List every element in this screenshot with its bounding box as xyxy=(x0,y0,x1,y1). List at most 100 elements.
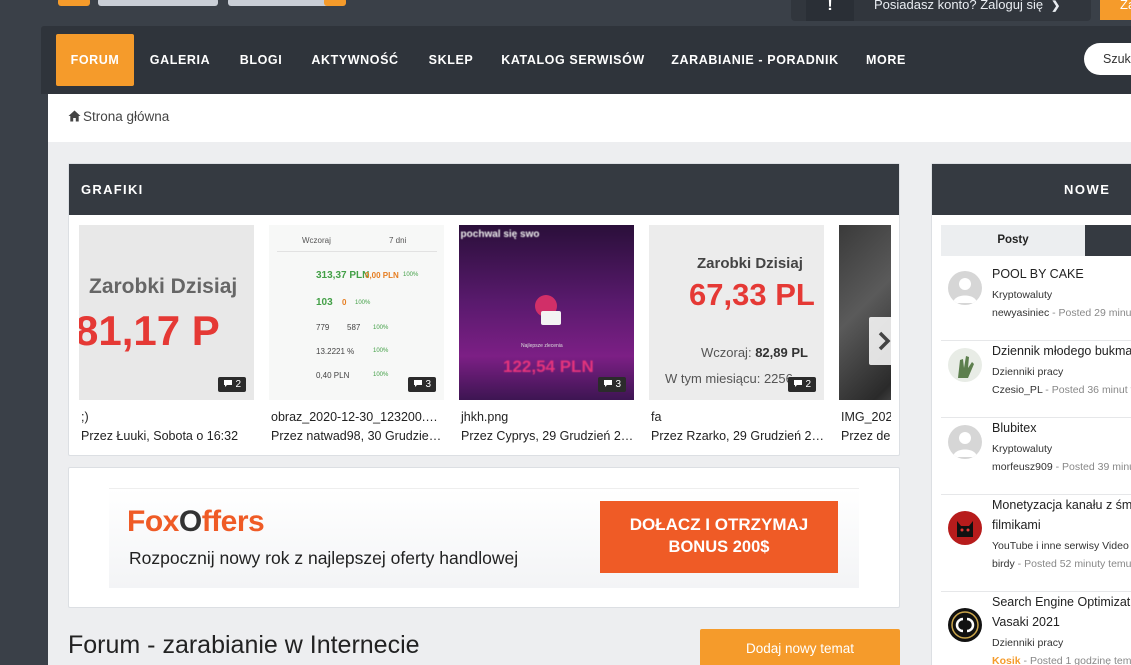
grafiki-header: GRAFIKI xyxy=(69,164,899,215)
image-text: Zarobki Dzisiaj xyxy=(697,255,803,272)
notifications-button[interactable]: ! xyxy=(806,0,854,21)
image-text: 13.2221 % xyxy=(316,347,355,356)
comment-badge: 3 xyxy=(598,377,626,392)
signup-button[interactable]: Za xyxy=(1100,0,1131,20)
avatar[interactable] xyxy=(948,425,982,459)
image-text: 7 dni xyxy=(389,236,407,245)
feed-item[interactable]: Search Engine Optimization Vasaki 2021 D… xyxy=(941,592,1131,665)
nav-zarabianie[interactable]: ZARABIANIE - PORADNIK xyxy=(667,34,843,86)
feed-title[interactable]: Blubitex xyxy=(992,418,1036,438)
feed-item[interactable]: Blubitex Kryptowaluty morfeusz909 - Post… xyxy=(941,418,1131,495)
nav-aktywnosc[interactable]: AKTYWNOŚĆ xyxy=(307,34,403,86)
carousel-next-button[interactable] xyxy=(869,317,891,365)
feed-meta: newyasiniec - Posted 29 minut temu xyxy=(992,307,1131,319)
hand-avatar-icon xyxy=(958,356,974,378)
sidebar-tabs: Posty xyxy=(941,225,1131,256)
gallery-meta: Przez de xyxy=(841,429,891,443)
feed-category[interactable]: Kryptowaluty xyxy=(992,443,1052,455)
feed-item[interactable]: Monetyzacja kanału z śmiesznymi filmikam… xyxy=(941,495,1131,592)
image-text: 0,00 PLN xyxy=(365,271,399,280)
image-text: Zarobki Dzisiaj xyxy=(89,275,238,298)
gallery-item[interactable]: Wczoraj 7 dni 313,37 PLN 0,00 PLN 100% 1… xyxy=(269,225,444,443)
image-text: 100% xyxy=(403,272,419,278)
ad-panel: FoxOffers Rozpocznij nowy rok z najlepsz… xyxy=(68,467,900,608)
feed-title[interactable]: Monetyzacja kanału z śmiesznymi xyxy=(992,495,1131,515)
nav-more[interactable]: MORE xyxy=(861,34,911,86)
comment-badge: 2 xyxy=(218,377,246,392)
gallery-title[interactable]: jhkh.png xyxy=(459,410,634,424)
gallery-image[interactable]: Zarobki Dzisiaj 67,33 PL Wczoraj: 82,89 … xyxy=(649,225,824,400)
feed-meta: birdy - Posted 52 minuty temu xyxy=(992,558,1131,570)
feed-title-cont[interactable]: filmikami xyxy=(992,515,1041,535)
gallery-item[interactable]: Zarobki Dzisiaj 81,17 P 2 ;) Przez Łuuki… xyxy=(79,225,254,443)
gallery-meta: Przez Cyprys, 29 Grudzień 2020 xyxy=(461,429,634,443)
feed-category[interactable]: Dzienniki pracy xyxy=(992,637,1063,649)
feed-title[interactable]: Search Engine Optimization xyxy=(992,592,1131,612)
gallery-meta: Przez Rzarko, 29 Grudzień 2020 xyxy=(651,429,824,443)
new-topic-button[interactable]: Dodaj nowy temat xyxy=(700,629,900,665)
gallery-image[interactable]: Wczoraj 7 dni 313,37 PLN 0,00 PLN 100% 1… xyxy=(269,225,444,400)
gallery-title[interactable]: obraz_2020-12-30_123200.png xyxy=(269,410,444,424)
nav-blogi[interactable]: BLOGI xyxy=(233,34,289,86)
image-text: 100% xyxy=(355,300,371,306)
avatar[interactable] xyxy=(948,348,982,382)
tab-posts[interactable]: Posty xyxy=(941,225,1085,256)
image-graphic xyxy=(541,311,561,325)
breadcrumb-home[interactable]: Strona główna xyxy=(68,109,169,124)
image-text: i pochwal się swo xyxy=(459,229,540,240)
breadcrumb-bar: Strona główna xyxy=(48,94,1131,142)
gallery-title[interactable]: ;) xyxy=(79,410,254,424)
image-text: 0 xyxy=(342,298,347,307)
comment-badge: 2 xyxy=(788,377,816,392)
chevron-down-icon: ❯ xyxy=(1051,0,1061,12)
gallery-item[interactable]: i pochwal się swo Najlepsze zlecenia 122… xyxy=(459,225,634,443)
ad-logo: FoxOffers xyxy=(127,505,265,538)
nav-galeria[interactable]: GALERIA xyxy=(145,34,215,86)
feed-category[interactable]: Dzienniki pracy xyxy=(992,366,1063,378)
nav-sklep[interactable]: SKLEP xyxy=(423,34,479,86)
image-text: 100% xyxy=(373,372,389,378)
comment-icon xyxy=(224,380,233,387)
gallery-title[interactable]: fa xyxy=(649,410,824,424)
image-text: 67,33 PL xyxy=(689,277,815,312)
foxoffers-banner[interactable]: FoxOffers Rozpocznij nowy rok z najlepsz… xyxy=(109,488,859,588)
feed-item[interactable]: Dziennik młodego bukmachera Dzienniki pr… xyxy=(941,341,1131,418)
divider xyxy=(277,251,437,252)
nav-katalog[interactable]: KATALOG SERWISÓW xyxy=(499,34,647,86)
image-text: 103 xyxy=(316,297,333,308)
search-input[interactable]: Szuk xyxy=(1084,43,1131,75)
gallery-item[interactable]: Zarobki Dzisiaj 67,33 PL Wczoraj: 82,89 … xyxy=(649,225,824,443)
gallery-title[interactable]: IMG_20201229 xyxy=(839,410,891,424)
image-text: Najlepsze zlecenia xyxy=(521,343,563,349)
signin-link[interactable]: Posiadasz konto? Zaloguj się ❯ xyxy=(874,0,1060,15)
gallery-image[interactable] xyxy=(839,225,891,400)
avatar[interactable] xyxy=(948,271,982,305)
gallery-image[interactable]: Zarobki Dzisiaj 81,17 P 2 xyxy=(79,225,254,400)
feed-title-cont[interactable]: Vasaki 2021 xyxy=(992,612,1060,632)
nav-forum[interactable]: FORUM xyxy=(56,34,134,86)
feed-category[interactable]: YouTube i inne serwisy Video xyxy=(992,540,1129,552)
feed-title[interactable]: POOL BY CAKE xyxy=(992,264,1084,284)
image-text: 313,37 PLN xyxy=(316,270,370,281)
gallery-carousel: Zarobki Dzisiaj 81,17 P 2 ;) Przez Łuuki… xyxy=(79,225,891,453)
image-text: 587 xyxy=(347,323,361,332)
feed-title[interactable]: Dziennik młodego bukmachera xyxy=(992,341,1131,361)
site-logo[interactable] xyxy=(58,0,358,8)
image-text: 122,54 PLN xyxy=(503,357,594,376)
feed-meta: morfeusz909 - Posted 39 minut temu xyxy=(992,461,1131,473)
ad-cta-button[interactable]: DOŁACZ I OTRZYMAJ BONUS 200$ xyxy=(600,501,838,573)
tab-other[interactable] xyxy=(1085,225,1131,256)
avatar[interactable] xyxy=(948,511,982,545)
feed-meta: Czesio_PL - Posted 36 minut temu xyxy=(992,384,1131,396)
sidebar-header: NOWE xyxy=(932,164,1131,215)
image-text: 100% xyxy=(373,348,389,354)
sidebar-new-panel: NOWE Posty POOL BY CAKE Kryptowaluty new… xyxy=(931,163,1131,665)
image-text: Wczoraj xyxy=(302,236,331,245)
page-title: Forum - zarabianie w Internecie xyxy=(68,631,420,659)
gallery-image[interactable]: i pochwal się swo Najlepsze zlecenia 122… xyxy=(459,225,634,400)
avatar[interactable] xyxy=(948,608,982,642)
feed-category[interactable]: Kryptowaluty xyxy=(992,289,1052,301)
feed-item[interactable]: POOL BY CAKE Kryptowaluty newyasiniec - … xyxy=(941,264,1131,341)
chanel-logo-icon xyxy=(951,611,979,639)
ad-tagline: Rozpocznij nowy rok z najlepszej oferty … xyxy=(129,548,519,568)
